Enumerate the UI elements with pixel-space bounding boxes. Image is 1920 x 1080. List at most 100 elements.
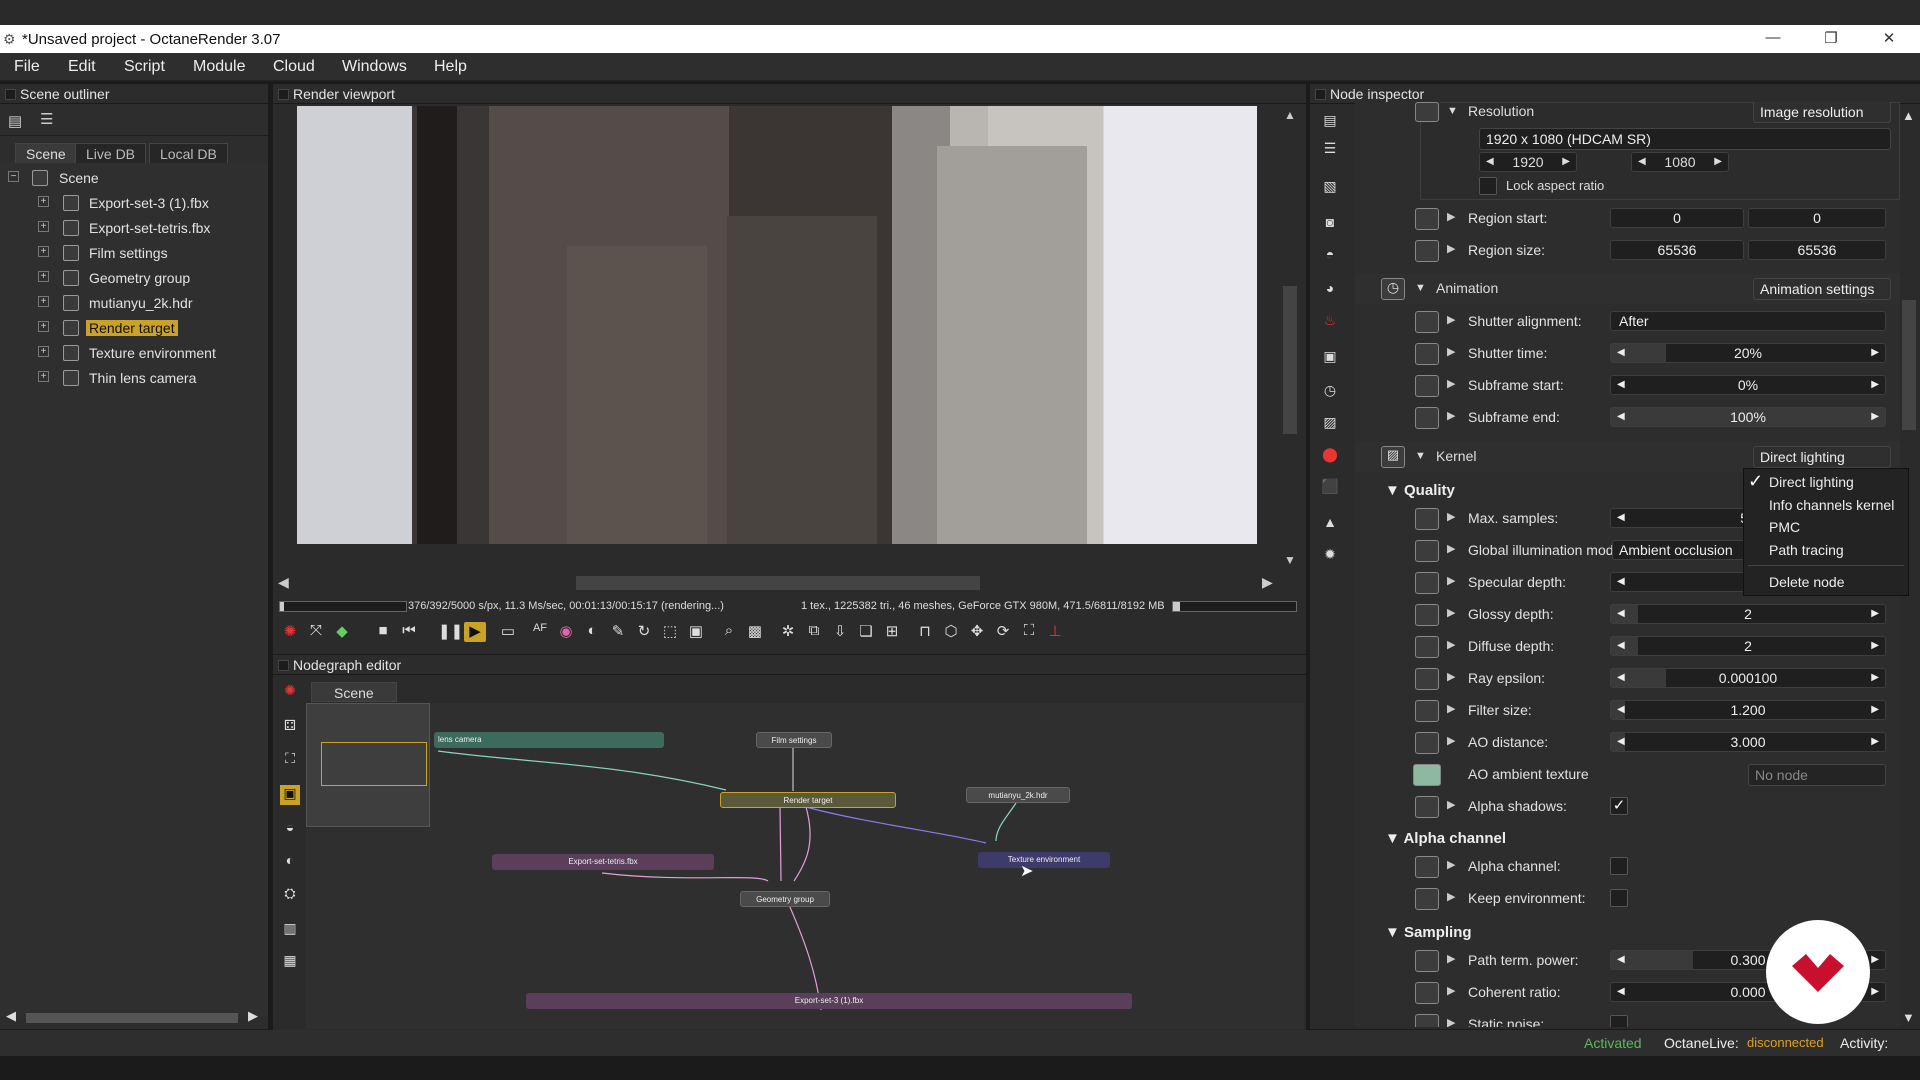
menu-windows[interactable]: Windows	[342, 58, 407, 76]
layers-icon[interactable]: ▤	[1318, 112, 1342, 134]
expand-triangle-icon[interactable]: ▶	[1447, 313, 1455, 326]
ray-epsilon-slider[interactable]: ◀ 0.000100 ▶	[1610, 668, 1886, 688]
list-icon[interactable]: ☰	[1318, 140, 1342, 162]
increment-icon[interactable]: ▶	[1562, 153, 1570, 171]
expand-triangle-icon[interactable]: ▶	[1447, 377, 1455, 390]
outliner-hscroll[interactable]: ◀ ▶	[4, 1008, 266, 1026]
kernel-icon[interactable]: ▨	[1318, 414, 1342, 436]
width-spinner[interactable]: ◀ 1920 ▶	[1479, 152, 1577, 172]
expand-triangle-icon[interactable]: ▶	[1447, 702, 1455, 715]
expand-triangle-icon[interactable]: ▶	[1447, 1016, 1455, 1027]
menu-edit[interactable]: Edit	[68, 58, 96, 76]
image-save-icon[interactable]: ⊞	[881, 622, 903, 642]
increment-icon[interactable]: ▶	[1871, 951, 1879, 969]
quality-section-label[interactable]: ▼ Quality	[1385, 482, 1455, 499]
lock-aspect-checkbox[interactable]	[1479, 177, 1497, 195]
decrement-icon[interactable]: ◀	[1617, 669, 1625, 687]
move-icon[interactable]: ✥	[966, 622, 988, 642]
node-texture-environment[interactable]: Texture environment	[978, 852, 1110, 868]
picker-icon[interactable]: ✎	[607, 622, 629, 642]
sampling-section-label[interactable]: ▼ Sampling	[1385, 924, 1472, 941]
inspector-vscroll[interactable]	[1902, 300, 1916, 430]
color-cube-icon[interactable]: ◆	[331, 622, 353, 642]
expand-triangle-icon[interactable]: ▶	[1447, 798, 1455, 811]
scroll-left-icon[interactable]: ◀	[6, 1008, 16, 1024]
expand-triangle-icon[interactable]: ▶	[1447, 242, 1455, 255]
node-camera[interactable]: lens camera	[434, 732, 664, 748]
lock-viewport-icon[interactable]: ✲	[777, 622, 799, 642]
resolution-mode-dropdown[interactable]: Image resolution	[1753, 102, 1891, 123]
increment-icon[interactable]: ▶	[1871, 344, 1879, 362]
region-icon[interactable]: ⬚	[659, 622, 681, 642]
scroll-down-icon[interactable]: ▼	[1284, 553, 1296, 567]
outliner-layout-icon[interactable]: ▤	[8, 112, 22, 130]
region-start-x[interactable]: 0	[1610, 208, 1744, 228]
increment-icon[interactable]: ▶	[1871, 983, 1879, 1001]
increment-icon[interactable]: ▶	[1871, 605, 1879, 623]
alpha-shadows-checkbox[interactable]: ✓	[1610, 797, 1628, 815]
kernel-icon[interactable]: ▨	[1381, 446, 1405, 468]
tree-item[interactable]: + Thin lens camera	[0, 366, 268, 390]
curve-button[interactable]	[1415, 982, 1439, 1004]
scroll-right-icon[interactable]: ▶	[248, 1008, 258, 1024]
expand-icon[interactable]: +	[38, 321, 49, 332]
expand-icon[interactable]: +	[38, 371, 49, 382]
af-icon[interactable]: AF	[529, 622, 551, 642]
menu-script[interactable]: Script	[124, 58, 165, 76]
decrement-icon[interactable]: ◀	[1617, 376, 1625, 394]
stop-icon[interactable]: ■	[372, 622, 394, 642]
restore-button[interactable]: ❐	[1821, 29, 1841, 47]
increment-icon[interactable]: ▶	[1871, 637, 1879, 655]
monitor-icon[interactable]: ▭	[497, 622, 519, 642]
restart-icon[interactable]: ⏮	[398, 622, 420, 642]
ao-texture-dropdown[interactable]: No node	[1748, 764, 1886, 786]
decrement-icon[interactable]: ◀	[1617, 983, 1625, 1001]
static-noise-checkbox[interactable]	[1610, 1015, 1628, 1027]
expand-triangle-icon[interactable]: ▶	[1447, 542, 1455, 555]
increment-icon[interactable]: ▶	[1871, 733, 1879, 751]
expand-triangle-icon[interactable]: ▼	[1447, 105, 1458, 117]
expand-icon[interactable]: +	[38, 296, 49, 307]
kernel-type-dropdown[interactable]: Direct lighting	[1753, 446, 1891, 468]
scroll-right-icon[interactable]: ▶	[1262, 574, 1273, 591]
light-icon[interactable]: ♨	[1318, 312, 1342, 334]
decrement-icon[interactable]: ◀	[1617, 408, 1625, 426]
fullscreen-icon[interactable]: ⛶	[1018, 622, 1040, 642]
ao-distance-slider[interactable]: ◀ 3.000 ▶	[1610, 732, 1886, 752]
increment-icon[interactable]: ▶	[1871, 376, 1879, 394]
film-region-icon[interactable]: ▣	[685, 622, 707, 642]
cube-icon[interactable]: ⬡	[940, 622, 962, 642]
tab-live-db[interactable]: Live DB	[75, 143, 147, 163]
tree-item-selected[interactable]: + Render target	[0, 316, 268, 340]
decrement-icon[interactable]: ◀	[1617, 509, 1625, 527]
fit-graph-icon[interactable]: ⛶	[280, 750, 300, 770]
glossy-depth-slider[interactable]: ◀ 2 ▶	[1610, 604, 1886, 624]
tree-root[interactable]: − Scene	[0, 166, 268, 190]
menu-item-info-channels[interactable]: Info channels kernel	[1769, 497, 1894, 513]
expand-triangle-icon[interactable]: ▶	[1447, 345, 1455, 358]
pin-button[interactable]	[1415, 508, 1439, 530]
menu-item-pmc[interactable]: PMC	[1769, 519, 1800, 535]
menu-item-direct-lighting[interactable]: Direct lighting	[1769, 474, 1854, 490]
clock-icon[interactable]: ◷	[1318, 382, 1342, 404]
expand-triangle-icon[interactable]: ▶	[1447, 510, 1455, 523]
emission-node-icon[interactable]: ▥	[280, 920, 300, 940]
camera-icon[interactable]: ◙	[1318, 214, 1342, 236]
filter-size-slider[interactable]: ◀ 1.200 ▶	[1610, 700, 1886, 720]
curve-button[interactable]	[1415, 732, 1439, 754]
expand-icon[interactable]: +	[38, 246, 49, 257]
decrement-icon[interactable]: ◀	[1617, 951, 1625, 969]
fit-icon[interactable]: ⤧	[305, 622, 327, 642]
curve-button[interactable]	[1415, 407, 1439, 429]
decrement-icon[interactable]: ◀	[1617, 733, 1625, 751]
scroll-up-icon[interactable]: ▲	[1284, 108, 1296, 122]
subframe-start-slider[interactable]: ◀ 0% ▶	[1610, 375, 1886, 395]
diffuse-depth-slider[interactable]: ◀ 2 ▶	[1610, 636, 1886, 656]
expand-triangle-icon[interactable]: ▶	[1447, 606, 1455, 619]
expand-triangle-icon[interactable]: ▶	[1447, 952, 1455, 965]
geometry-icon[interactable]: ⬛	[1318, 478, 1342, 500]
arrange-icon[interactable]: ⚃	[280, 717, 300, 737]
octane-logo-icon[interactable]: ✺	[279, 622, 301, 642]
texture-node-icon[interactable]: ◐	[280, 852, 300, 872]
expand-triangle-icon[interactable]: ▼	[1415, 282, 1426, 294]
